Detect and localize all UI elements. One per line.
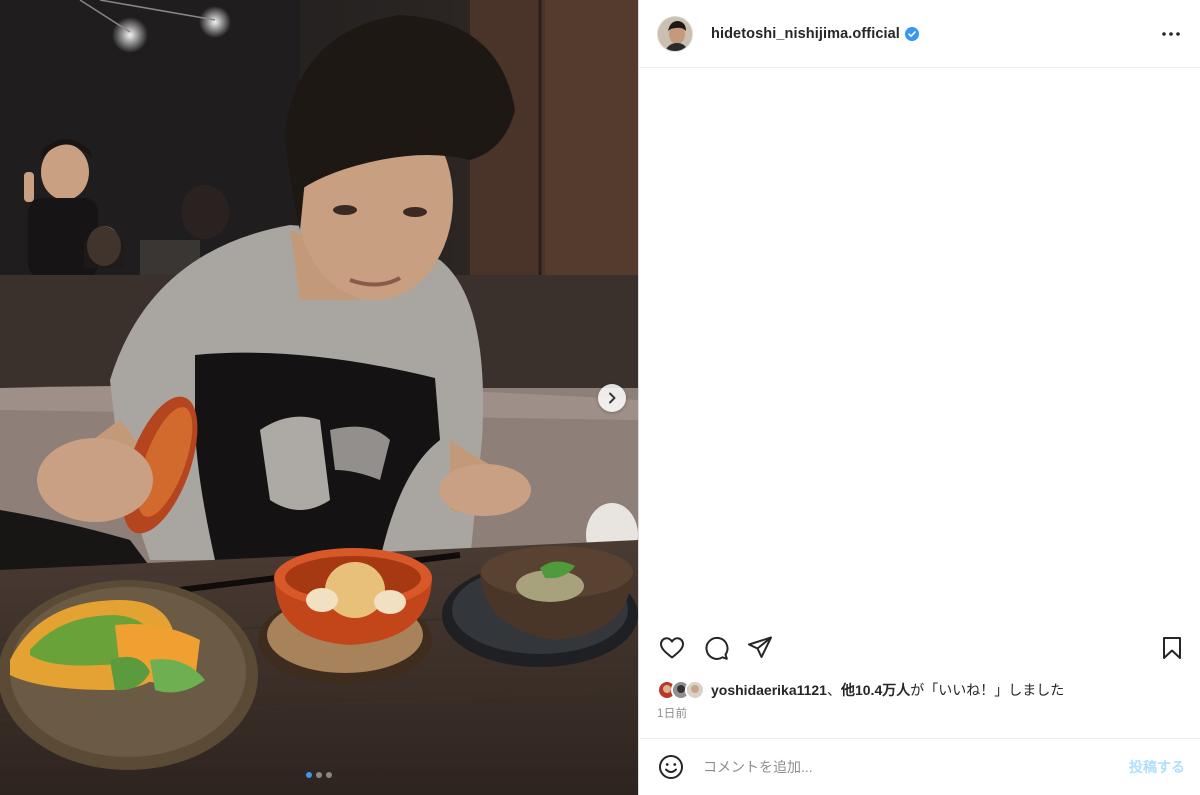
comment-bar: 投稿する xyxy=(639,738,1200,795)
save-button[interactable] xyxy=(1157,633,1187,663)
more-options-button[interactable] xyxy=(1157,20,1185,48)
share-button[interactable] xyxy=(745,633,775,663)
liker-avatars[interactable] xyxy=(657,680,705,700)
carousel-dot xyxy=(316,772,322,778)
paper-plane-icon xyxy=(748,636,772,658)
carousel-dot xyxy=(306,772,312,778)
carousel-dot xyxy=(326,772,332,778)
post-media[interactable] xyxy=(0,0,638,795)
post-side-panel: hidetoshi_nishijima.official yoshidaerik… xyxy=(638,0,1200,795)
comment-icon xyxy=(705,636,729,660)
heart-icon xyxy=(660,637,684,659)
likes-count-link[interactable]: 他10.4万人 xyxy=(841,680,910,700)
emoji-button[interactable] xyxy=(657,753,685,781)
smiley-icon xyxy=(659,755,683,779)
post-header: hidetoshi_nishijima.official xyxy=(639,0,1200,68)
likes-suffix: が「いいね！」しました xyxy=(910,682,1065,698)
username[interactable]: hidetoshi_nishijima.official xyxy=(711,26,900,42)
verified-badge-icon xyxy=(904,26,919,41)
carousel-indicator xyxy=(0,772,638,778)
like-button[interactable] xyxy=(657,633,687,663)
post-timestamp[interactable]: 1日前 xyxy=(657,705,687,721)
post-actions xyxy=(639,630,1200,666)
likes-summary: yoshidaerika1121、他10.4万人 が「いいね！」しました xyxy=(657,677,1064,703)
bookmark-icon xyxy=(1163,637,1181,659)
comment-input[interactable] xyxy=(703,749,1129,785)
chevron-right-icon xyxy=(609,392,616,404)
post-comment-button[interactable]: 投稿する xyxy=(1129,757,1185,777)
carousel-next-button[interactable] xyxy=(598,384,626,412)
avatar xyxy=(685,680,705,700)
profile-photo xyxy=(658,16,692,51)
post-photo xyxy=(0,0,638,795)
avatar[interactable] xyxy=(657,15,693,52)
comment-button[interactable] xyxy=(701,633,731,663)
liker-username[interactable]: yoshidaerika1121 xyxy=(711,682,827,698)
likes-separator: 、 xyxy=(826,682,841,698)
more-horizontal-icon xyxy=(1162,31,1180,36)
